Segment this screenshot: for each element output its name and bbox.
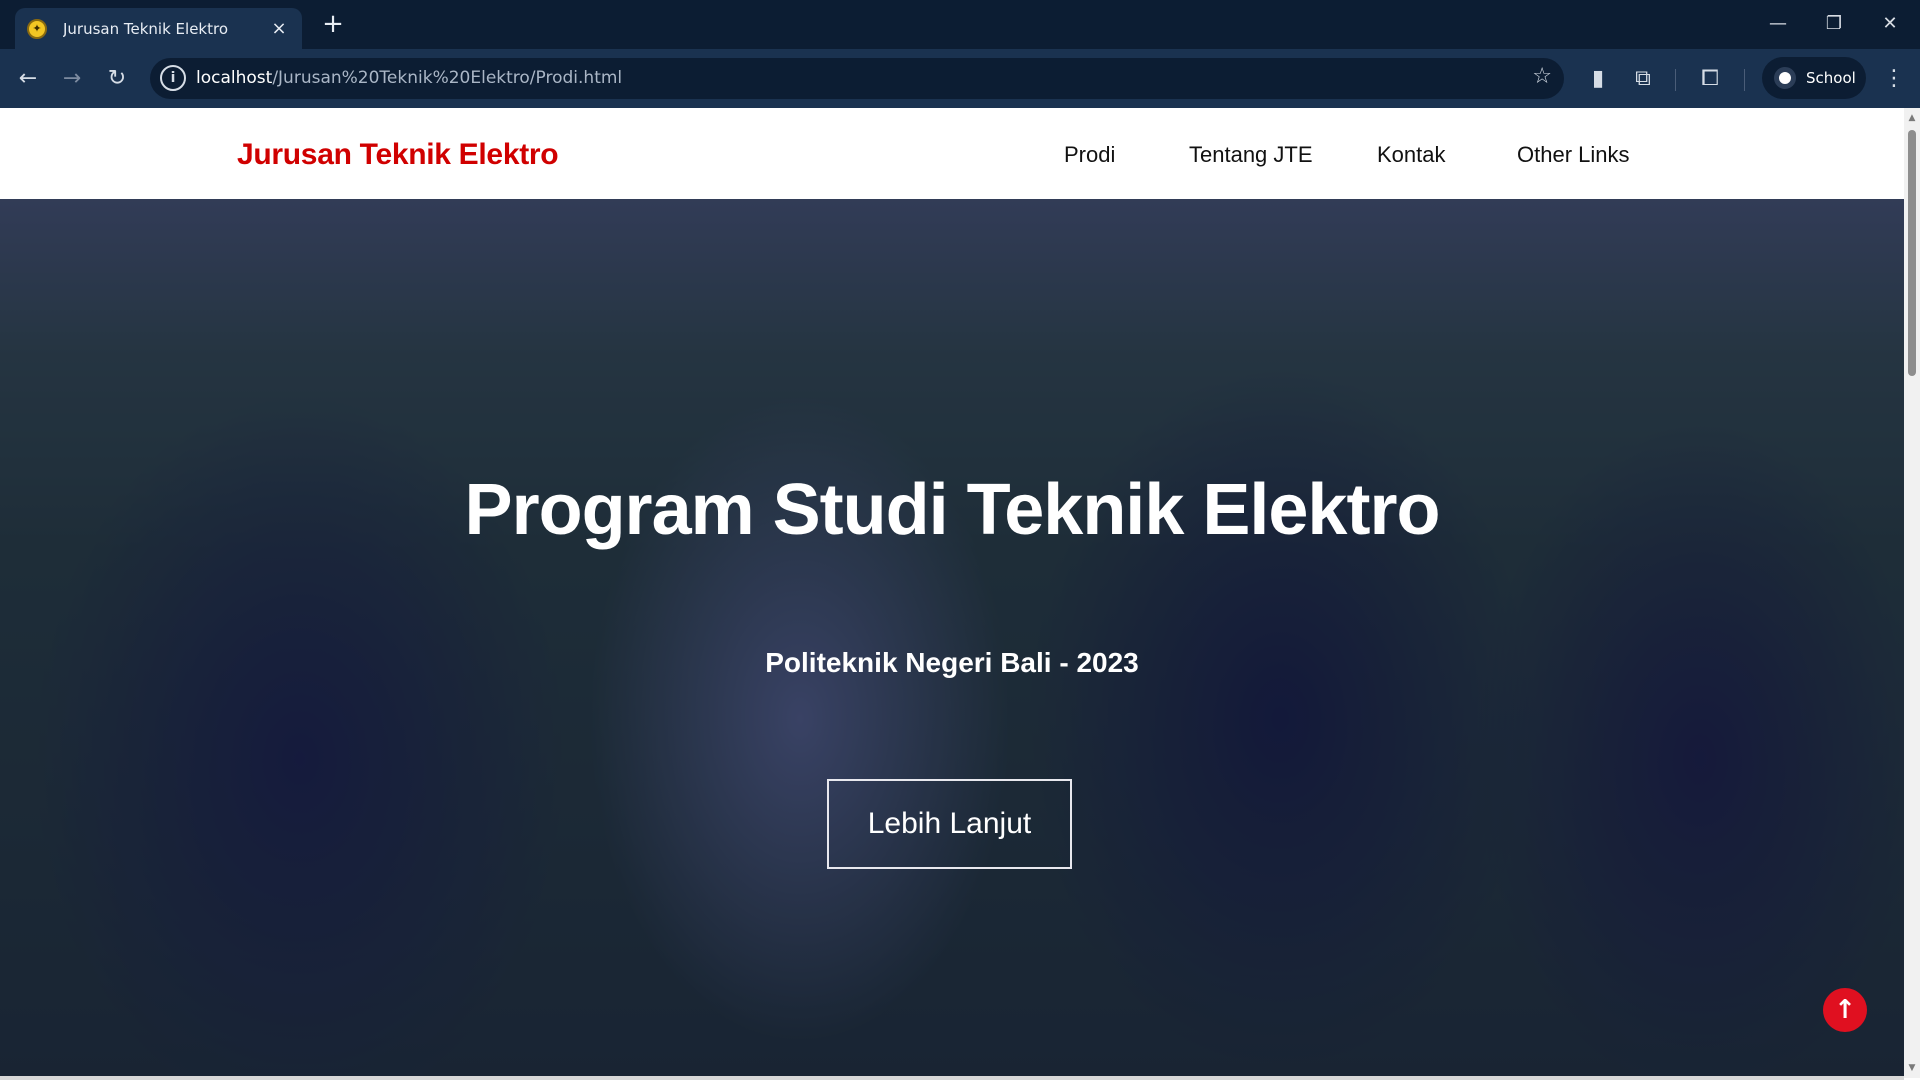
toolbar-divider xyxy=(1744,69,1745,91)
browser-tab[interactable]: ✦ Jurusan Teknik Elektro × xyxy=(15,8,302,49)
site-header: Jurusan Teknik Elektro Prodi Tentang JTE… xyxy=(0,108,1904,199)
hero-background-image xyxy=(0,199,1904,1078)
browser-toolbar: ← → ↻ i localhost/Jurusan%20Teknik%20Ele… xyxy=(0,49,1920,108)
nav-link-tentang-jte[interactable]: Tentang JTE xyxy=(1189,142,1313,168)
address-url[interactable]: localhost/Jurusan%20Teknik%20Elektro/Pro… xyxy=(196,68,622,88)
back-icon[interactable]: ← xyxy=(12,63,44,95)
extensions-icon[interactable]: ⧉ xyxy=(1627,63,1659,95)
cast-search-icon[interactable]: ⧠ xyxy=(1694,63,1726,95)
address-bar[interactable]: i localhost/Jurusan%20Teknik%20Elektro/P… xyxy=(150,58,1564,99)
browser-tab-bar: ✦ Jurusan Teknik Elektro × + — ❐ ✕ xyxy=(0,0,1920,49)
reload-icon[interactable]: ↻ xyxy=(101,63,133,95)
site-brand[interactable]: Jurusan Teknik Elektro xyxy=(237,138,559,172)
lebih-lanjut-button[interactable]: Lebih Lanjut xyxy=(827,779,1072,869)
nav-link-prodi[interactable]: Prodi xyxy=(1064,142,1115,168)
scrollbar-thumb[interactable] xyxy=(1908,130,1916,376)
new-tab-button[interactable]: + xyxy=(318,10,348,40)
tab-title: Jurusan Teknik Elektro xyxy=(63,19,228,38)
toolbar-divider xyxy=(1675,69,1676,91)
info-icon[interactable]: i xyxy=(160,65,186,91)
nav-link-kontak[interactable]: Kontak xyxy=(1377,142,1446,168)
horizontal-scroll-edge xyxy=(0,1076,1904,1080)
nav-link-other-links[interactable]: Other Links xyxy=(1517,142,1630,168)
files-icon[interactable]: ▮ xyxy=(1582,63,1614,95)
menu-dots-icon[interactable]: ⋮ xyxy=(1878,63,1910,95)
hero-subtitle: Politeknik Negeri Bali - 2023 xyxy=(765,647,1139,678)
hero-title: Program Studi Teknik Elektro xyxy=(464,470,1441,550)
site-favicon-icon: ✦ xyxy=(27,18,47,39)
back-to-top-icon[interactable]: ↑ xyxy=(1823,988,1867,1032)
scroll-down-icon[interactable]: ▼ xyxy=(1904,1060,1920,1076)
scroll-up-icon[interactable]: ▲ xyxy=(1904,110,1920,126)
profile-avatar-icon xyxy=(1774,67,1796,89)
hero-section: Program Studi Teknik Elektro Politeknik … xyxy=(0,199,1904,1078)
forward-icon[interactable]: → xyxy=(56,63,88,95)
tab-close-icon[interactable]: × xyxy=(268,18,290,39)
page-scrollbar[interactable]: ▲ ▼ xyxy=(1904,108,1920,1078)
profile-name: School xyxy=(1806,69,1856,87)
star-icon[interactable]: ☆ xyxy=(1532,64,1552,89)
minimize-button[interactable]: — xyxy=(1758,8,1798,40)
address-path: /Jurusan%20Teknik%20Elektro/Prodi.html xyxy=(272,68,623,88)
close-window-button[interactable]: ✕ xyxy=(1870,8,1910,40)
restore-button[interactable]: ❐ xyxy=(1814,8,1854,40)
profile-button[interactable]: School xyxy=(1762,57,1866,99)
page-viewport: Jurusan Teknik Elektro Prodi Tentang JTE… xyxy=(0,108,1904,1078)
address-host: localhost xyxy=(196,68,273,88)
